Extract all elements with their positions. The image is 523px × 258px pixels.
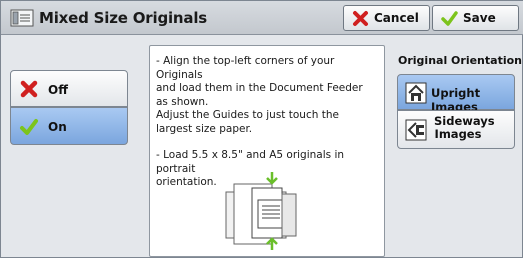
sideways-house-icon xyxy=(405,119,427,141)
checkmark-icon xyxy=(441,11,458,26)
document-feeder-diagram xyxy=(225,172,297,250)
upright-images-button[interactable]: Upright Images xyxy=(397,74,515,114)
close-icon xyxy=(353,11,368,26)
off-button[interactable]: Off xyxy=(10,70,128,107)
cancel-button[interactable]: Cancel xyxy=(343,5,430,31)
sideways-images-button[interactable]: Sideways Images xyxy=(397,110,515,149)
sideways-label: Sideways Images xyxy=(434,114,495,141)
checkmark-icon xyxy=(20,119,38,135)
page-title: Mixed Size Originals xyxy=(39,9,207,27)
on-button[interactable]: On xyxy=(10,107,128,145)
dialog-frame: Mixed Size Originals Cancel Save Off On … xyxy=(0,0,523,258)
cancel-label: Cancel xyxy=(374,11,419,25)
close-icon xyxy=(20,80,38,98)
instruction-paragraph: - Align the top-left corners of your Ori… xyxy=(156,55,363,135)
on-label: On xyxy=(48,120,67,134)
document-stack-icon xyxy=(10,9,34,27)
orientation-title: Original Orientation xyxy=(398,54,522,67)
upright-house-icon xyxy=(405,82,427,104)
dialog-header: Mixed Size Originals Cancel Save xyxy=(1,1,523,35)
instructions-panel: - Align the top-left corners of your Ori… xyxy=(149,45,385,257)
save-label: Save xyxy=(463,11,496,25)
off-label: Off xyxy=(48,83,68,97)
save-button[interactable]: Save xyxy=(432,5,519,31)
